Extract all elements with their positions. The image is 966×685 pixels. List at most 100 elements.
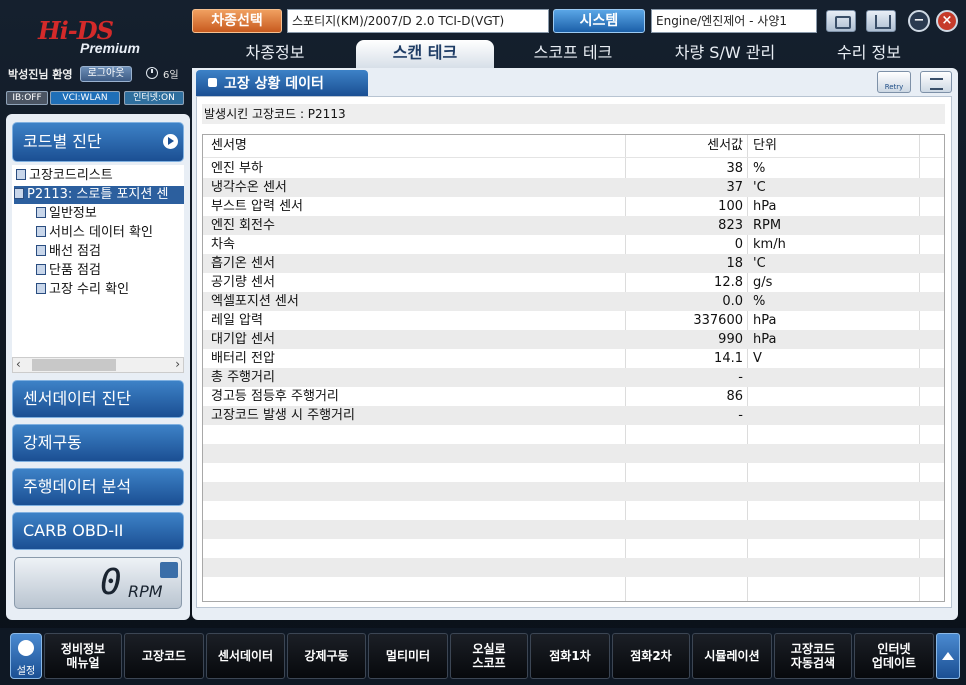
table-cell: % (753, 161, 766, 176)
sensor-data-button[interactable]: 센서데이터 (206, 633, 285, 679)
dtc-line: 발생시킨 고장코드 : P2113 (202, 104, 945, 124)
tab-repair-info[interactable]: 수리 정보 (804, 40, 934, 68)
table-cell: 'C (753, 180, 766, 195)
internet-update-button[interactable]: 인터넷 업데이트 (854, 633, 934, 679)
table-cell: 배터리 전압 (211, 351, 275, 366)
tree-item[interactable]: 단품 점검 (36, 262, 101, 280)
minimize-icon[interactable]: − (908, 10, 930, 32)
system-field[interactable]: Engine/엔진제어 - 사양1 (651, 9, 817, 33)
table-row[interactable]: 대기압 센서 990 hPa (203, 330, 944, 349)
table-row[interactable]: 경고등 점등후 주행거리 86 (203, 387, 944, 406)
vehicle-field[interactable]: 스포티지(KM)/2007/D 2.0 TCI-D(VGT) (287, 9, 549, 33)
table-cell: 고장코드 발생 시 주행거리 (211, 408, 355, 423)
column-header: 센서값 (707, 138, 743, 153)
table-cell: hPa (753, 313, 777, 328)
table-row[interactable]: 차속 0 km/h (203, 235, 944, 254)
table-row[interactable]: 부스트 압력 센서 100 hPa (203, 197, 944, 216)
scroll-up-icon[interactable] (936, 633, 960, 679)
table-row[interactable]: 고장코드 발생 시 주행거리 - (203, 406, 944, 425)
table-row[interactable] (203, 444, 944, 463)
folder-icon (14, 188, 24, 199)
tab-sw-management[interactable]: 차량 S/W 관리 (650, 40, 800, 68)
sidebar-head-code-diagnosis[interactable]: 코드별 진단 (12, 122, 184, 162)
table-cell: 18 (726, 256, 743, 271)
table-cell: 엑셀포지션 센서 (211, 294, 299, 309)
table-row[interactable]: 엑셀포지션 센서 0.0% (203, 292, 944, 311)
table-row[interactable]: 총 주행거리 - (203, 368, 944, 387)
sensor-data-diagnosis-button[interactable]: 센서데이터 진단 (12, 380, 184, 418)
system-select-button[interactable]: 시스템 (553, 9, 645, 33)
logout-button[interactable]: 로그아웃 (80, 66, 132, 82)
table-row[interactable]: 엔진 부하 38% (203, 159, 944, 178)
retry-button[interactable]: Retry (877, 71, 911, 93)
table-cell: 337600 (693, 313, 743, 328)
document-icon (36, 226, 46, 237)
forced-drive-button[interactable]: 강제구동 (12, 424, 184, 462)
scrollbar-thumb[interactable] (32, 359, 116, 371)
table-cell: 37 (726, 180, 743, 195)
chevron-right-icon[interactable] (163, 134, 178, 149)
table-cell: 990 (718, 332, 743, 347)
simulation-button[interactable]: 시뮬레이션 (692, 633, 772, 679)
table-row[interactable]: 냉각수온 센서 37 'C (203, 178, 944, 197)
table-cell: g/s (753, 275, 773, 290)
table-row[interactable] (203, 425, 944, 444)
settings-label: 설정 (16, 666, 36, 677)
list-icon[interactable] (920, 71, 952, 93)
table-row[interactable] (203, 539, 944, 558)
close-icon[interactable]: × (936, 10, 958, 32)
table-row[interactable] (203, 577, 944, 596)
tab-vehicle-info[interactable]: 차종정보 (200, 40, 350, 68)
vehicle-select-button[interactable]: 차종선택 (192, 9, 282, 33)
table-row[interactable] (203, 463, 944, 482)
table-row[interactable]: 공기량 센서 12.8 g/s (203, 273, 944, 292)
table-cell: % (753, 294, 766, 309)
table-cell: RPM (753, 218, 782, 233)
status-internet: 인터넷:ON (124, 91, 184, 105)
table-row[interactable] (203, 501, 944, 520)
table-row[interactable] (203, 482, 944, 501)
table-row[interactable]: 엔진 회전수 823 RPM (203, 216, 944, 235)
carb-obd-button[interactable]: CARB OBD-II (12, 512, 184, 550)
table-cell: 부스트 압력 센서 (211, 199, 303, 214)
tree-item[interactable]: 서비스 데이터 확인 (36, 224, 153, 242)
network-icon[interactable] (866, 10, 896, 32)
table-row[interactable] (203, 520, 944, 539)
table-row[interactable]: 레일 압력 337600 hPa (203, 311, 944, 330)
ignition-primary-button[interactable]: 점화1차 (530, 633, 610, 679)
table-cell: 823 (718, 218, 743, 233)
table-cell: 14.1 (714, 351, 743, 366)
panel-title: 고장 상황 데이터 (224, 76, 324, 92)
ignition-secondary-button[interactable]: 점화2차 (612, 633, 690, 679)
driving-data-analysis-button[interactable]: 주행데이터 분석 (12, 468, 184, 506)
maintenance-manual-button[interactable]: 정비정보 매뉴얼 (44, 633, 122, 679)
table-cell: hPa (753, 332, 777, 347)
tree-item[interactable]: 고장코드리스트 (16, 167, 113, 185)
table-cell: 'C (753, 256, 766, 271)
tab-scan-tech[interactable]: 스캔 테크 (356, 40, 494, 68)
app-logo: Hi-DS Premium (20, 14, 190, 64)
table-cell: 38 (726, 161, 743, 176)
dtc-auto-search-button[interactable]: 고장코드 자동검색 (774, 633, 852, 679)
tree-item-selected[interactable]: P2113: 스로틀 포지션 센 (14, 186, 184, 204)
expand-icon[interactable] (160, 562, 178, 578)
chevron-left-icon[interactable]: ‹ (16, 357, 21, 371)
camera-icon[interactable] (826, 10, 856, 32)
oscilloscope-button[interactable]: 오실로 스코프 (450, 633, 528, 679)
table-cell: V (753, 351, 762, 366)
table-cell: 0.0 (722, 294, 743, 309)
tree-item[interactable]: 배선 점검 (36, 243, 101, 261)
chevron-right-icon[interactable]: › (175, 357, 180, 371)
tree-item[interactable]: 일반정보 (36, 205, 97, 223)
table-cell: km/h (753, 237, 786, 252)
dtc-button[interactable]: 고장코드 (124, 633, 204, 679)
table-row[interactable]: 흡기온 센서 18 'C (203, 254, 944, 273)
multimeter-button[interactable]: 멀티미터 (368, 633, 448, 679)
document-icon (16, 169, 26, 180)
forced-drive-bottom-button[interactable]: 강제구동 (287, 633, 366, 679)
table-row[interactable]: 배터리 전압 14.1 V (203, 349, 944, 368)
tab-scope-tech[interactable]: 스코프 테크 (498, 40, 648, 68)
table-row[interactable] (203, 558, 944, 577)
tree-item[interactable]: 고장 수리 확인 (36, 281, 129, 299)
freeze-frame-table: 센서명 센서값 단위 엔진 부하 38% 냉각수온 센서 37 'C 부스트 압력 센서 100 h… (202, 134, 945, 602)
